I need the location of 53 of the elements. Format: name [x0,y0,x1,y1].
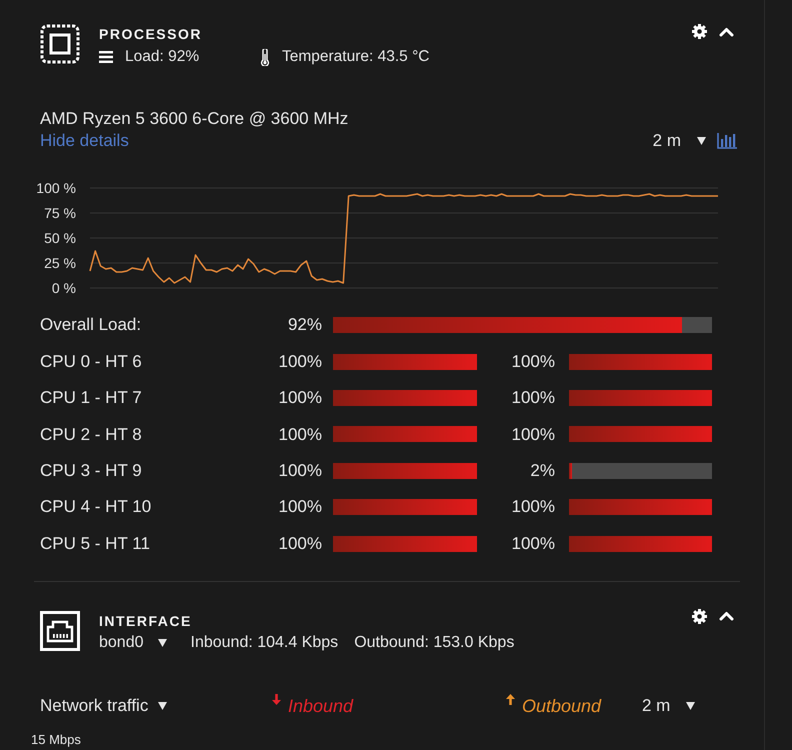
legend-label: Outbound [522,694,602,718]
processor-model: AMD Ryzen 5 3600 6-Core @ 3600 MHz [40,108,350,130]
chevron-up-icon[interactable] [719,26,734,36]
caret-icon [158,638,166,647]
chevron-up-icon[interactable] [719,611,734,622]
graph-type-dropdown[interactable]: Network traffic [40,694,168,718]
load-label: Overall Load: [40,314,142,336]
caret-icon [158,702,168,710]
percent-reading: 2% [529,460,556,482]
outbound-reading: Outbound: 153.0 Kbps [354,632,514,653]
time-range-dropdown[interactable]: 2 m [652,130,706,152]
cpu-label: CPU 1 - HT 7 [40,387,143,410]
percent-reading: 100% [510,424,556,446]
axis-tick-label: 0 % [52,280,76,296]
time-range-dropdown[interactable]: 2 m [642,694,696,718]
interface-dropdown[interactable]: bond0 [99,630,166,655]
percent-reading: 100% [278,350,323,373]
axis-label: 15 Mbps [31,732,82,747]
cpu-icon [40,24,80,64]
percent-reading: 100% [510,496,556,518]
legend-label: Inbound [288,694,354,718]
percent-reading: 100% [278,460,323,482]
bar-chart-icon[interactable] [717,133,737,149]
caret-icon [686,702,696,710]
caret-icon [697,137,706,145]
percent-reading: 100% [510,350,556,373]
percent-reading: 100% [278,532,323,555]
percent-reading: 100% [278,387,323,410]
percent-reading: 100% [510,387,556,410]
inbound-reading: Inbound: 104.4 Kbps [190,632,338,653]
load-reading: Load: 92% [125,47,200,67]
lines-icon [99,51,113,63]
cpu-label: CPU 4 - HT 10 [40,496,152,518]
settings-icon[interactable] [692,608,707,624]
cpu-label: CPU 2 - HT 8 [40,424,143,446]
percent-reading: 100% [278,424,323,446]
ethernet-port-icon [40,610,80,651]
settings-icon[interactable] [692,24,707,39]
axis-tick-label: 75 % [44,205,76,221]
percent-reading: 100% [278,496,323,518]
thermometer-icon [260,48,270,66]
axis-tick-label: 50 % [44,230,76,246]
percent-reading: 100% [510,532,556,555]
temperature-reading: Temperature: 43.5 °C [281,47,430,67]
section-title: INTERFACE [99,612,193,631]
axis-tick-label: 25 % [44,255,76,271]
cpu-label: CPU 3 - HT 9 [40,460,143,482]
hide-details-link[interactable]: Hide details [40,130,129,152]
section-title: PROCESSOR [99,25,203,44]
cpu-label: CPU 5 - HT 11 [40,532,151,555]
percent-reading: 92% [286,314,323,336]
axis-tick-label: 100 % [36,180,76,196]
cpu-label: CPU 0 - HT 6 [40,350,143,373]
